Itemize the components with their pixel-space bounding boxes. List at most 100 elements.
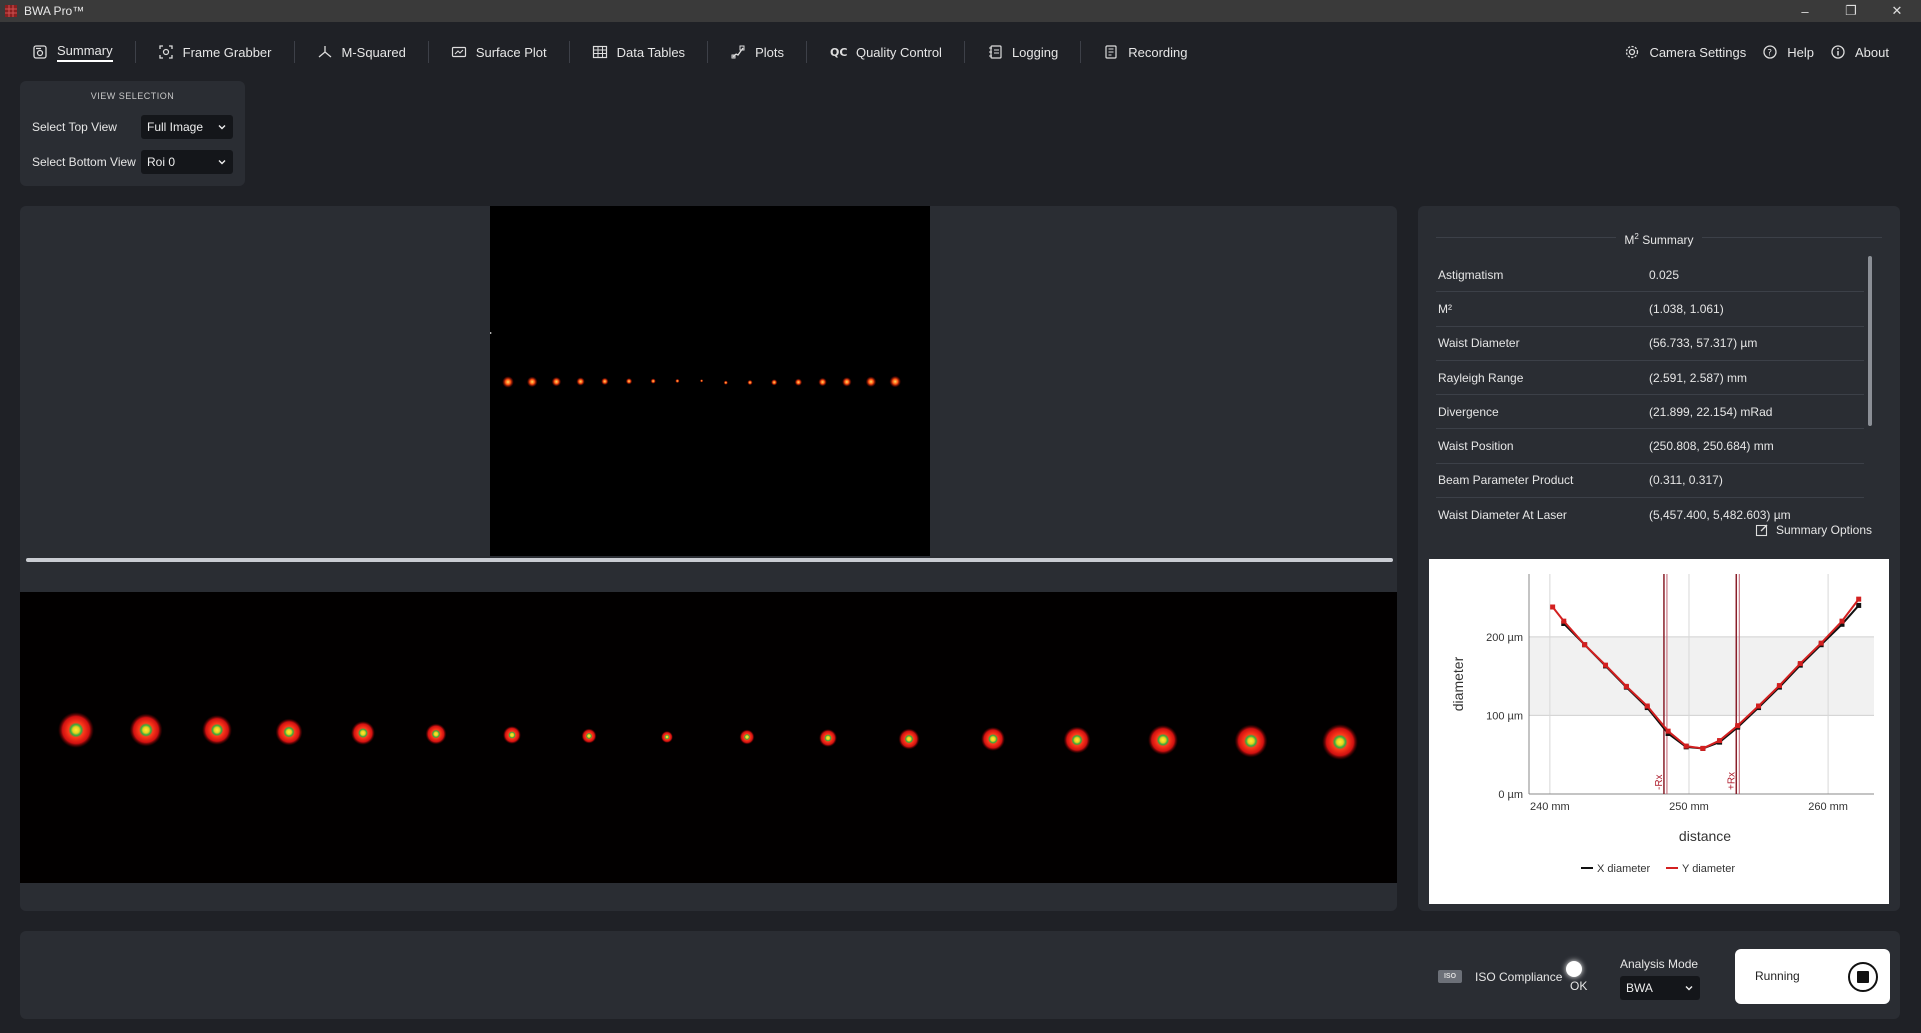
chart-x-tick-label: 260 mm bbox=[1808, 801, 1848, 813]
beam-spot bbox=[818, 377, 827, 387]
summary-value: (2.591, 2.587) mm bbox=[1649, 370, 1748, 385]
camera-settings-button[interactable]: Camera Settings bbox=[1616, 37, 1754, 67]
chart-y-tick-label: 100 µm bbox=[1486, 710, 1523, 722]
tab-quality-control[interactable]: QC Quality Control bbox=[807, 37, 964, 67]
minimize-button[interactable]: – bbox=[1782, 0, 1828, 22]
chart-data-point bbox=[1683, 743, 1689, 749]
chart-shaded-band bbox=[1529, 636, 1874, 716]
summary-row: Waist Diameter At Laser (5,457.400, 5,482… bbox=[1436, 498, 1864, 522]
summary-title-rest: Summary bbox=[1638, 233, 1694, 247]
chart-data-point bbox=[1818, 640, 1824, 646]
summary-value: (56.733, 57.317) µm bbox=[1649, 336, 1758, 351]
surface-plot-icon bbox=[451, 46, 466, 58]
edit-icon bbox=[1755, 524, 1768, 537]
tab-frame-grabber[interactable]: Frame Grabber bbox=[136, 37, 294, 67]
beam-spot bbox=[58, 712, 94, 748]
summary-value: 0.025 bbox=[1649, 267, 1680, 282]
tab-label: Logging bbox=[1011, 44, 1059, 60]
beam-spot bbox=[526, 376, 538, 388]
top-view-image[interactable] bbox=[490, 206, 930, 556]
restore-button[interactable]: ❐ bbox=[1828, 0, 1874, 22]
summary-value: (5,457.400, 5,482.603) µm bbox=[1649, 507, 1791, 522]
summary-row: Rayleigh Range (2.591, 2.587) mm bbox=[1436, 361, 1864, 396]
beam-spot bbox=[503, 726, 521, 744]
summary-key: Astigmatism bbox=[1438, 267, 1504, 282]
chart-legend-label: Y diameter bbox=[1682, 863, 1735, 875]
beam-spot bbox=[650, 378, 656, 384]
chart-x-axis-label: distance bbox=[1679, 828, 1731, 844]
summary-row: Waist Diameter (56.733, 57.317) µm bbox=[1436, 327, 1864, 361]
svg-text:QC: QC bbox=[830, 46, 847, 59]
table-icon bbox=[592, 45, 607, 59]
summary-row: Beam Parameter Product (0.311, 0.317) bbox=[1436, 464, 1864, 499]
bottom-view-image[interactable] bbox=[20, 592, 1397, 883]
top-view-select[interactable]: Full Image bbox=[141, 115, 233, 139]
chart-x-tick-label: 240 mm bbox=[1530, 801, 1570, 813]
top-view-row: Select Top View Full Image bbox=[32, 115, 233, 139]
m-squared-icon bbox=[318, 46, 331, 58]
window-title: BWA Pro™ bbox=[24, 4, 85, 18]
summary-title: M2 Summary bbox=[1418, 232, 1900, 247]
chart-data-point bbox=[1735, 723, 1741, 729]
tab-label: Surface Plot bbox=[475, 44, 547, 60]
run-stop-button[interactable]: Running bbox=[1735, 949, 1890, 1004]
tab-data-tables[interactable]: Data Tables bbox=[570, 37, 707, 67]
help-button[interactable]: ? Help bbox=[1754, 37, 1822, 67]
chart-y-axis-label: diameter bbox=[1450, 656, 1466, 711]
bottom-status-bar: ISO ISO Compliance OK Analysis Mode BWA … bbox=[20, 931, 1900, 1019]
caustic-chart-svg: -Rx +Rx 0 µm 100 µm 200 µm 240 mm 250 mm 260 m… bbox=[1450, 574, 1874, 875]
help-label: Help bbox=[1787, 44, 1815, 60]
beam-spot bbox=[202, 715, 232, 745]
summary-row: Divergence (21.899, 22.154) mRad bbox=[1436, 395, 1864, 430]
summary-key: Waist Diameter bbox=[1438, 336, 1520, 351]
beam-spot bbox=[723, 380, 728, 385]
view-selection-header: VIEW SELECTION bbox=[90, 91, 175, 101]
chart-data-point bbox=[1603, 662, 1609, 668]
image-viewer bbox=[20, 206, 1397, 911]
chart-data-point bbox=[1623, 683, 1629, 689]
summary-row: Astigmatism 0.025 bbox=[1436, 258, 1864, 293]
summary-key: Waist Diameter At Laser bbox=[1438, 507, 1567, 522]
summary-options-label: Summary Options bbox=[1775, 523, 1872, 537]
beam-spot bbox=[576, 377, 585, 386]
view-splitter[interactable] bbox=[26, 558, 1393, 562]
beam-spot bbox=[275, 718, 303, 746]
close-button[interactable]: ✕ bbox=[1874, 0, 1920, 22]
beam-spot bbox=[700, 379, 704, 383]
info-icon bbox=[1831, 45, 1845, 59]
beam-spot bbox=[794, 378, 803, 386]
camera-settings-label: Camera Settings bbox=[1649, 44, 1747, 60]
tab-surface-plot[interactable]: Surface Plot bbox=[429, 37, 569, 67]
summary-scrollbar[interactable] bbox=[1868, 256, 1872, 426]
chevron-down-icon bbox=[218, 160, 226, 165]
summary-options-button[interactable]: Summary Options bbox=[1755, 523, 1872, 537]
chevron-down-icon bbox=[218, 125, 226, 130]
tab-summary[interactable]: Summary bbox=[10, 37, 135, 67]
tab-plots[interactable]: Plots bbox=[708, 37, 806, 67]
analysis-mode-select[interactable]: BWA bbox=[1620, 976, 1700, 1000]
tab-label: Summary bbox=[57, 43, 113, 62]
beam-spot bbox=[581, 728, 597, 744]
chart-data-point bbox=[1582, 642, 1588, 648]
beam-spot bbox=[739, 729, 755, 745]
beam-spot bbox=[502, 376, 514, 388]
about-button[interactable]: About bbox=[1822, 37, 1897, 67]
tab-recording[interactable]: Recording bbox=[1081, 37, 1209, 67]
tab-label: Quality Control bbox=[855, 44, 942, 60]
beam-spot bbox=[747, 379, 753, 386]
svg-text:?: ? bbox=[1767, 49, 1772, 59]
summary-key: Waist Position bbox=[1438, 439, 1514, 454]
summary-key: Rayleigh Range bbox=[1438, 370, 1524, 385]
tab-label: Recording bbox=[1128, 44, 1188, 60]
m2-summary-panel: M2 Summary Astigmatism 0.025 M² (1.038, 1.… bbox=[1418, 206, 1900, 911]
summary-key: Beam Parameter Product bbox=[1438, 473, 1574, 488]
bottom-view-select[interactable]: Roi 0 bbox=[141, 150, 233, 174]
caustic-chart: -Rx +Rx 0 µm 100 µm 200 µm 240 mm 250 mm 260 m… bbox=[1429, 559, 1889, 904]
top-view-value: Full Image bbox=[147, 120, 204, 134]
chart-data-point bbox=[1856, 596, 1862, 602]
title-bar: BWA Pro™ – ❐ ✕ bbox=[0, 0, 1921, 22]
summary-value: (250.808, 250.684) mm bbox=[1649, 439, 1774, 454]
tab-label: M-Squared bbox=[341, 44, 406, 60]
tab-logging[interactable]: Logging bbox=[965, 37, 1080, 67]
tab-m-squared[interactable]: M-Squared bbox=[295, 37, 428, 67]
